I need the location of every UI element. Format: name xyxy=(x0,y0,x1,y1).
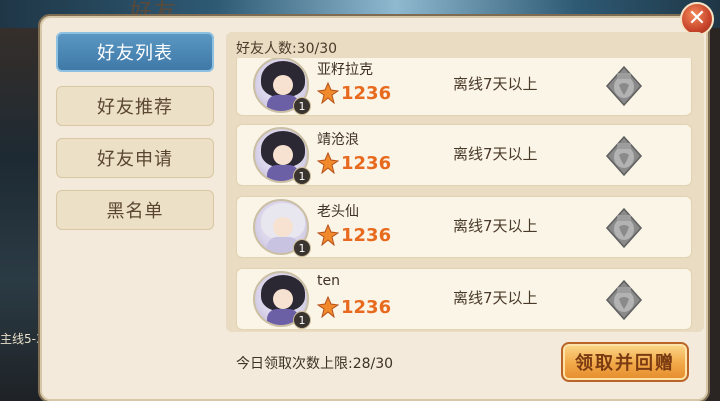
friend-list[interactable]: 1 亚籽拉克 1236 离线7天以上 1 靖沧浪 1236 离线7天以上 1 老… xyxy=(236,58,692,332)
friend-row[interactable]: 1 靖沧浪 1236 离线7天以上 xyxy=(236,124,692,186)
close-icon: ✕ xyxy=(687,6,707,31)
friend-name: 靖沧浪 xyxy=(317,132,359,148)
gift-pot-icon[interactable] xyxy=(601,133,647,179)
level-badge: 1 xyxy=(293,311,311,329)
close-button[interactable]: ✕ xyxy=(680,2,714,36)
tab-friend-recommend[interactable]: 好友推荐 xyxy=(56,86,214,126)
friend-name: 亚籽拉克 xyxy=(317,62,373,78)
level-badge: 1 xyxy=(293,97,311,115)
power-icon xyxy=(317,82,339,104)
online-status: 离线7天以上 xyxy=(453,145,538,163)
power-icon xyxy=(317,224,339,246)
tab-blacklist[interactable]: 黑名单 xyxy=(56,190,214,230)
friend-row[interactable]: 1 老头仙 1236 离线7天以上 xyxy=(236,196,692,258)
daily-claim-limit-label: 今日领取次数上限:28/30 xyxy=(236,356,394,372)
tab-label: 好友申请 xyxy=(97,149,173,170)
gift-pot-icon[interactable] xyxy=(601,63,647,109)
tab-label: 好友列表 xyxy=(97,43,173,64)
friend-row[interactable]: 1 ten 1236 离线7天以上 xyxy=(236,268,692,330)
power-value: 1236 xyxy=(341,152,392,174)
friend-row[interactable]: 1 亚籽拉克 1236 离线7天以上 xyxy=(236,58,692,116)
power-value: 1236 xyxy=(341,224,392,246)
power-rating: 1236 xyxy=(317,81,391,105)
online-status: 离线7天以上 xyxy=(453,289,538,307)
friend-name: 老头仙 xyxy=(317,204,359,220)
power-value: 1236 xyxy=(341,296,392,318)
tab-friend-requests[interactable]: 好友申请 xyxy=(56,138,214,178)
level-badge: 1 xyxy=(293,167,311,185)
tab-label: 好友推荐 xyxy=(97,97,173,118)
claim-button-label: 领取并回赠 xyxy=(575,353,675,374)
online-status: 离线7天以上 xyxy=(453,75,538,93)
friend-count-label: 好友人数:30/30 xyxy=(236,41,338,57)
power-rating: 1236 xyxy=(317,223,391,247)
gift-pot-icon[interactable] xyxy=(601,205,647,251)
power-icon xyxy=(317,152,339,174)
power-rating: 1236 xyxy=(317,295,391,319)
background-quest-label: 主线5-3 xyxy=(0,332,44,346)
online-status: 离线7天以上 xyxy=(453,217,538,235)
tab-friend-list[interactable]: 好友列表 xyxy=(56,32,214,72)
level-badge: 1 xyxy=(293,239,311,257)
claim-and-return-button[interactable]: 领取并回赠 xyxy=(561,342,689,382)
tab-label: 黑名单 xyxy=(106,201,164,222)
power-value: 1236 xyxy=(341,82,392,104)
power-icon xyxy=(317,296,339,318)
friend-name: ten xyxy=(317,273,340,289)
gift-pot-icon[interactable] xyxy=(601,277,647,323)
power-rating: 1236 xyxy=(317,151,391,175)
